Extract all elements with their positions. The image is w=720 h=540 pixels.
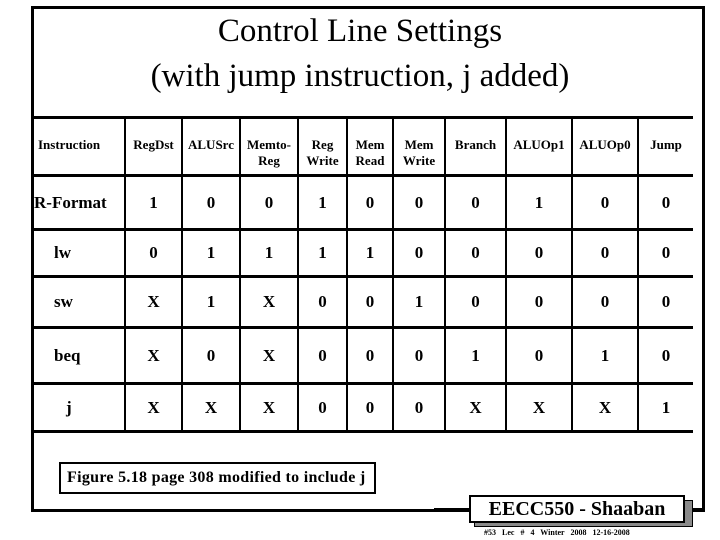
signal-value-cell: 1 [392,276,445,329]
signal-value-cell: 0 [181,327,240,385]
signal-value-cell: 0 [346,327,393,385]
instruction-cell: beq [34,327,125,385]
signal-value-cell: 0 [637,327,693,385]
signal-value-cell: 0 [392,175,445,231]
signal-value-cell: 0 [392,383,445,433]
signal-value-cell: 0 [571,175,638,231]
signal-value-cell: X [239,383,298,433]
signal-value-cell: X [505,383,572,433]
signal-value-cell: X [124,327,182,385]
signal-value-cell: 0 [444,276,506,329]
signal-value-cell: X [571,383,638,433]
column-header: Reg Write [297,116,347,177]
signal-value-cell: 0 [297,383,347,433]
signal-value-cell: 1 [124,175,182,231]
signal-value-cell: 1 [239,229,298,278]
signal-value-cell: 1 [297,175,347,231]
control-settings-table: Instruction RegDst ALUSrc Memto- Reg Reg Write… [34,116,693,433]
column-header-line1: Mem [404,137,434,152]
signal-value-cell: 0 [346,175,393,231]
column-header-line1: ALUSrc [188,137,234,152]
column-header: ALUOp1 [505,116,572,177]
signal-value-cell: 1 [571,327,638,385]
instruction-cell: lw [34,229,125,278]
column-header-line1: ALUOp0 [579,137,631,152]
signal-value-cell: 0 [637,276,693,329]
signal-value-cell: 0 [124,229,182,278]
slide-subtitle: (with jump instruction, j added) [150,58,570,94]
course-badge: EECC550 - Shaaban [469,495,693,527]
column-header-line1: Mem [355,137,385,152]
signal-value-cell: X [239,327,298,385]
instruction-cell: j [34,383,125,433]
signal-value-cell: 1 [637,383,693,433]
column-header: Branch [444,116,506,177]
column-header-line1: Branch [454,137,497,152]
signal-value-cell: X [181,383,240,433]
signal-value-cell: X [444,383,506,433]
signal-value-cell: 0 [239,175,298,231]
table-row: jXXX000XXX1 [34,383,693,433]
signal-value-cell: 0 [505,327,572,385]
badge-label: EECC550 - Shaaban [469,495,685,523]
signal-value-cell: 0 [505,276,572,329]
signal-value-cell: X [239,276,298,329]
signal-value-cell: 1 [444,327,506,385]
column-header: RegDst [124,116,182,177]
column-header: Instruction [34,116,125,177]
signal-value-cell: 0 [444,229,506,278]
signal-value-cell: 0 [346,276,393,329]
table-row: lw 0 1 1 1 1 0 0 0 0 0 [34,229,693,278]
column-header-line1: ALUOp1 [513,137,565,152]
signal-value-cell: 0 [571,229,638,278]
signal-value-cell: 1 [297,229,347,278]
signal-value-cell: 0 [297,276,347,329]
signal-value-cell: 0 [637,175,693,231]
column-header-line1: Reg [311,137,334,152]
column-header: ALUOp0 [571,116,638,177]
footer-rule-left [434,508,470,511]
column-header-line2: Write [402,153,436,168]
signal-value-cell: 0 [571,276,638,329]
signal-value-cell: X [124,276,182,329]
slide-footer: #53 Lec # 4 Winter 2008 12-16-2008 [484,528,630,537]
signal-value-cell: X [124,383,182,433]
signal-value-cell: 1 [181,229,240,278]
column-header-line1: Instruction [38,137,101,152]
signal-value-cell: 0 [392,229,445,278]
signal-value-cell: 1 [181,276,240,329]
signal-value-cell: 1 [346,229,393,278]
column-header-line1: Jump [650,137,682,152]
figure-caption: Figure 5.18 page 308 modified to include… [59,462,376,494]
table-row: R-Format 1 0 0 1 0 0 0 1 0 0 [34,175,693,231]
column-header: ALUSrc [181,116,240,177]
signal-value-cell: 0 [637,229,693,278]
column-header: Mem Write [392,116,445,177]
column-header: Jump [637,116,693,177]
instruction-cell: R-Format [34,175,125,231]
signal-value-cell: 0 [297,327,347,385]
column-header: Mem Read [346,116,393,177]
column-header-line1: Memto- [246,137,292,152]
column-header-line2: Read [355,153,385,168]
column-header-line1: RegDst [133,137,174,152]
column-header-line2: Reg [258,153,280,168]
slide-title: Control Line Settings [217,13,503,49]
signal-value-cell: 0 [181,175,240,231]
table-row: sw X 1 X 0 0 1 0 0 0 0 [34,276,693,329]
signal-value-cell: 1 [505,175,572,231]
signal-value-cell: 0 [505,229,572,278]
signal-value-cell: 0 [444,175,506,231]
instruction-cell: sw [34,276,125,329]
table-header-row: Instruction RegDst ALUSrc Memto- Reg Reg Write… [34,116,693,177]
signal-value-cell: 0 [392,327,445,385]
signal-value-cell: 0 [346,383,393,433]
table-row: beq X 0 X 0 0 0 1 0 1 0 [34,327,693,385]
column-header-line2: Write [306,153,339,168]
column-header: Memto- Reg [239,116,298,177]
